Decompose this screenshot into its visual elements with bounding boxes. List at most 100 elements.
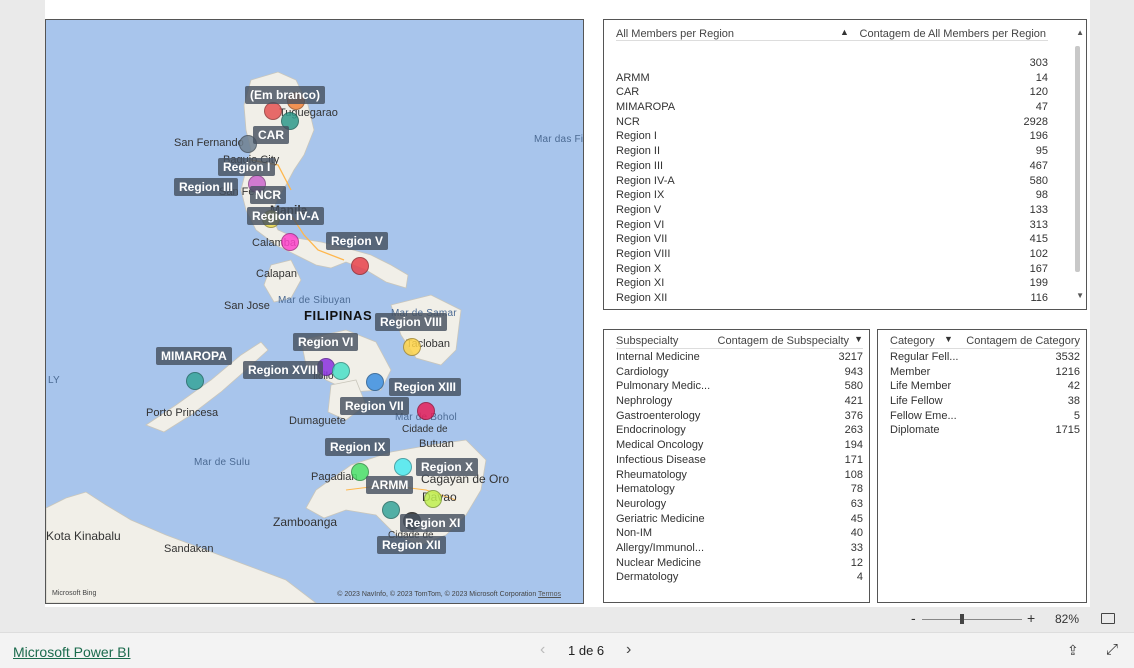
table-row[interactable]: Internal Medicine 3217 bbox=[616, 350, 863, 365]
table-row[interactable]: Allergy/Immunol... 33 bbox=[616, 541, 863, 556]
row-value: 3532 bbox=[1055, 351, 1080, 363]
column-header[interactable]: Category bbox=[890, 335, 935, 347]
column-header[interactable]: Contagem de All Members per Region bbox=[860, 28, 1046, 40]
region-bubble[interactable] bbox=[351, 257, 369, 275]
row-value: 580 bbox=[844, 380, 863, 393]
sort-ascending-icon[interactable]: ▲ bbox=[840, 27, 849, 37]
sea-label: Mar de Sibuyan bbox=[278, 295, 351, 306]
table-row[interactable]: Region VII 415 bbox=[616, 232, 1048, 247]
scroll-thumb[interactable] bbox=[1075, 46, 1080, 272]
table-row[interactable]: Life Fellow 38 bbox=[890, 394, 1080, 409]
power-bi-link[interactable]: Microsoft Power BI bbox=[13, 644, 130, 660]
region-label: Region XIII bbox=[389, 378, 462, 396]
table-row[interactable]: Life Member 42 bbox=[890, 379, 1080, 394]
table-row[interactable]: Fellow Eme... 5 bbox=[890, 409, 1080, 424]
table-row[interactable]: Nephrology 421 bbox=[616, 394, 863, 409]
column-header[interactable]: Subspecialty bbox=[616, 335, 678, 347]
zoom-slider-thumb[interactable] bbox=[960, 614, 964, 624]
table-row[interactable]: Member 1216 bbox=[890, 365, 1080, 380]
region-bubble[interactable] bbox=[264, 102, 282, 120]
scrollbar[interactable]: ▲ ▼ bbox=[1075, 28, 1084, 300]
row-label: CAR bbox=[616, 86, 640, 99]
table-row[interactable]: Region V 133 bbox=[616, 203, 1048, 218]
table-row[interactable]: CAR 120 bbox=[616, 85, 1048, 100]
table-row[interactable]: Hematology 78 bbox=[616, 482, 863, 497]
table-row[interactable]: 303 bbox=[616, 56, 1048, 71]
region-label: Region XI bbox=[400, 514, 466, 532]
region-bubble[interactable] bbox=[403, 338, 421, 356]
table-row[interactable]: Endocrinology 263 bbox=[616, 423, 863, 438]
row-value: 5 bbox=[1073, 409, 1080, 422]
table-row[interactable]: Non-IM 40 bbox=[616, 526, 863, 541]
region-label: Region X bbox=[416, 458, 479, 476]
region-bubble[interactable] bbox=[281, 233, 299, 251]
table-row[interactable]: NCR 2928 bbox=[616, 115, 1048, 130]
table-header: Category ▼ Contagem de Category bbox=[878, 330, 1086, 348]
row-value: 167 bbox=[1029, 262, 1048, 275]
table-row[interactable]: Region III 467 bbox=[616, 159, 1048, 174]
table-row[interactable]: Pulmonary Medic... 580 bbox=[616, 379, 863, 394]
table-row[interactable]: Region X 167 bbox=[616, 262, 1048, 277]
table-row[interactable]: Diplomate 1715 bbox=[890, 423, 1080, 438]
row-label: Pulmonary Medic... bbox=[616, 380, 711, 393]
sort-descending-icon[interactable]: ▼ bbox=[944, 334, 953, 344]
page-indicator: 1 de 6 bbox=[568, 643, 605, 658]
fit-to-page-icon[interactable] bbox=[1101, 613, 1115, 624]
region-bubble[interactable] bbox=[424, 490, 442, 508]
table-row[interactable]: Gastroenterology 376 bbox=[616, 409, 863, 424]
table-row[interactable]: MIMAROPA 47 bbox=[616, 100, 1048, 115]
table-row[interactable]: Region VIII 102 bbox=[616, 247, 1048, 262]
region-label: Region XVIII bbox=[243, 361, 324, 379]
zoom-slider[interactable] bbox=[922, 614, 1022, 624]
table-row[interactable]: Region XI 199 bbox=[616, 276, 1048, 291]
map-attribution: © 2023 NavInfo, © 2023 TomTom, © 2023 Mi… bbox=[337, 591, 561, 598]
table-row[interactable]: Geriatric Medicine 45 bbox=[616, 512, 863, 527]
table-row[interactable]: Dermatology 4 bbox=[616, 570, 863, 585]
table-row[interactable]: Nuclear Medicine 12 bbox=[616, 556, 863, 571]
subspecialty-table: Subspecialty Contagem de Subspecialty ▼ … bbox=[603, 329, 870, 603]
sort-descending-icon[interactable]: ▼ bbox=[854, 334, 863, 344]
table-row[interactable]: ARMM 14 bbox=[616, 71, 1048, 86]
table-row[interactable]: Region VI 313 bbox=[616, 218, 1048, 233]
scroll-down-icon[interactable]: ▼ bbox=[1076, 291, 1084, 300]
zoom-in-button[interactable]: + bbox=[1027, 610, 1035, 626]
zoom-out-button[interactable]: - bbox=[911, 610, 916, 626]
column-header[interactable]: Contagem de Subspecialty bbox=[718, 335, 849, 347]
column-header[interactable]: Contagem de Category bbox=[966, 335, 1080, 347]
next-page-button[interactable]: › bbox=[626, 641, 631, 659]
row-label: Endocrinology bbox=[616, 424, 686, 437]
table-row[interactable]: Region IX 98 bbox=[616, 188, 1048, 203]
region-bubble[interactable] bbox=[417, 402, 435, 420]
table-row[interactable]: Region XII 116 bbox=[616, 291, 1048, 306]
region-bubble[interactable] bbox=[382, 501, 400, 519]
row-value: 78 bbox=[850, 483, 863, 496]
table-row[interactable]: Region IV-A 580 bbox=[616, 174, 1048, 189]
terms-link[interactable]: Termos bbox=[538, 591, 561, 598]
share-icon[interactable]: ⇪ bbox=[1067, 642, 1079, 659]
attribution-text: © 2023 NavInfo, © 2023 TomTom, © 2023 Mi… bbox=[337, 591, 537, 598]
table-row[interactable]: Rheumatology 108 bbox=[616, 468, 863, 483]
table-row[interactable]: Regular Fell... 3532 bbox=[890, 350, 1080, 365]
prev-page-button[interactable]: ‹ bbox=[540, 641, 545, 659]
row-label: Allergy/Immunol... bbox=[616, 541, 705, 554]
zoom-bar: - + 82% bbox=[0, 607, 1134, 632]
row-value: 47 bbox=[1035, 101, 1048, 114]
table-row[interactable]: Medical Oncology 194 bbox=[616, 438, 863, 453]
table-row[interactable]: Region II 95 bbox=[616, 144, 1048, 159]
column-header[interactable]: All Members per Region bbox=[616, 28, 734, 40]
table-row[interactable]: Cardiology 943 bbox=[616, 365, 863, 380]
row-label: Region VII bbox=[616, 233, 668, 246]
table-row[interactable]: Neurology 63 bbox=[616, 497, 863, 512]
region-bubble[interactable] bbox=[332, 362, 350, 380]
row-value: 2928 bbox=[1023, 115, 1048, 128]
map-visual[interactable]: Tuguegarao San Fernando Baguio City San … bbox=[45, 19, 584, 604]
region-bubble[interactable] bbox=[394, 458, 412, 476]
table-row[interactable]: Region I 196 bbox=[616, 129, 1048, 144]
row-value: 1216 bbox=[1055, 365, 1080, 378]
fullscreen-icon[interactable]: ⤢ bbox=[1106, 641, 1118, 658]
scroll-up-icon[interactable]: ▲ bbox=[1076, 28, 1084, 37]
region-bubble[interactable] bbox=[366, 373, 384, 391]
region-bubble[interactable] bbox=[186, 372, 204, 390]
row-label: MIMAROPA bbox=[616, 101, 676, 114]
table-row[interactable]: Infectious Disease 171 bbox=[616, 453, 863, 468]
